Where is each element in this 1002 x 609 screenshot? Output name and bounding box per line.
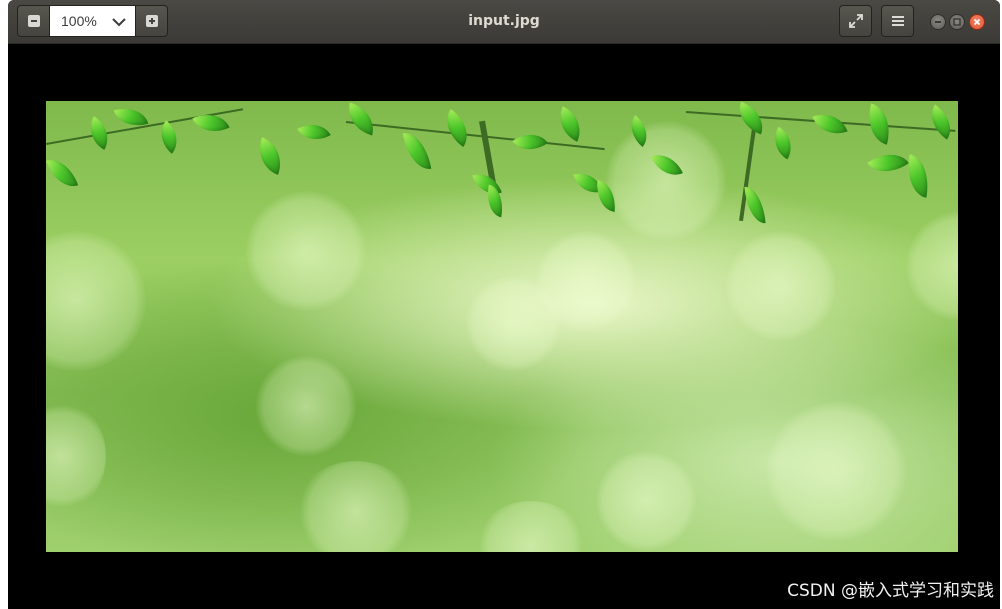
header-bar: 100% input.jpg bbox=[8, 0, 1000, 44]
displayed-image bbox=[46, 101, 958, 552]
minimize-button[interactable] bbox=[930, 14, 946, 30]
watermark-text: CSDN @嵌入式学习和实践 bbox=[787, 581, 994, 601]
minimize-icon bbox=[935, 21, 941, 23]
close-icon bbox=[973, 18, 981, 26]
hamburger-menu-icon bbox=[891, 16, 904, 26]
zoom-in-button[interactable] bbox=[135, 5, 168, 37]
chevron-down-icon[interactable] bbox=[111, 14, 127, 30]
menu-button[interactable] bbox=[881, 5, 914, 37]
image-viewport[interactable] bbox=[8, 44, 1000, 609]
fullscreen-button[interactable] bbox=[839, 5, 872, 37]
plus-square-icon bbox=[145, 15, 158, 27]
zoom-level-value: 100% bbox=[61, 13, 97, 29]
zoom-out-button[interactable] bbox=[17, 5, 50, 37]
minus-square-icon bbox=[27, 15, 40, 27]
maximize-button[interactable] bbox=[949, 14, 965, 30]
zoom-level-combobox[interactable]: 100% bbox=[50, 5, 135, 37]
maximize-icon bbox=[953, 18, 961, 26]
close-button[interactable] bbox=[969, 14, 985, 30]
fullscreen-icon bbox=[848, 14, 863, 28]
image-viewer-window: 100% input.jpg CSDN @嵌入式学习和实践 bbox=[8, 0, 1000, 609]
